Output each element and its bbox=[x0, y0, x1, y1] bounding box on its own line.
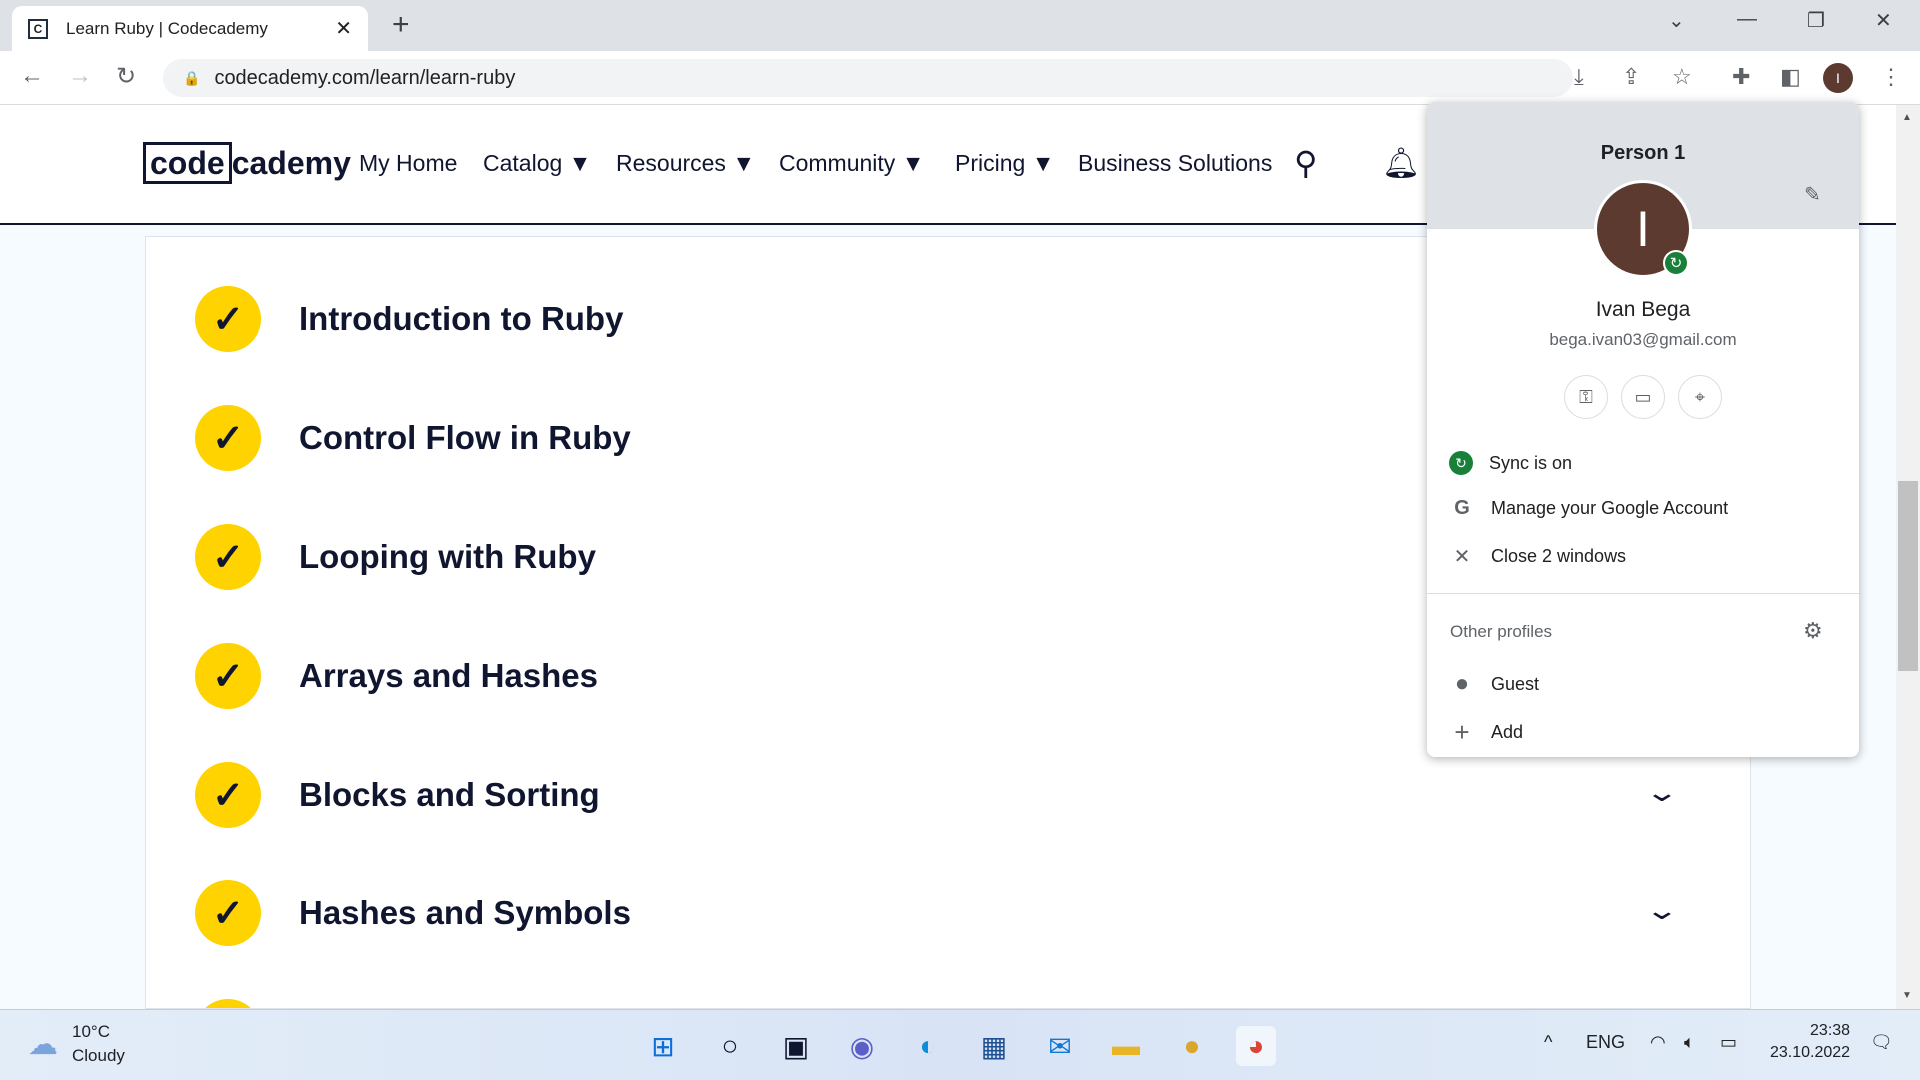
task-view-icon[interactable]: ▣ bbox=[776, 1026, 816, 1066]
module-item[interactable]: ✓ Looping with Ruby bbox=[195, 524, 596, 590]
module-item[interactable]: ✓ Control Flow in Ruby bbox=[195, 405, 631, 471]
search-taskbar-icon[interactable]: ○ bbox=[710, 1026, 750, 1066]
reload-button[interactable]: ↻ bbox=[116, 62, 136, 91]
payment-card-icon[interactable]: ▭ bbox=[1621, 375, 1665, 419]
time: 23:38 bbox=[1810, 1022, 1851, 1039]
check-icon: ✓ bbox=[195, 762, 261, 828]
weather-condition: Cloudy bbox=[72, 1046, 125, 1065]
guest-avatar-icon: ● bbox=[1454, 670, 1470, 697]
guest-profile-item[interactable]: ● Guest bbox=[1427, 664, 1859, 704]
scrollbar-thumb[interactable] bbox=[1898, 481, 1918, 671]
minimize-button[interactable]: — bbox=[1737, 8, 1757, 31]
add-profile-item[interactable]: + Add bbox=[1427, 712, 1859, 752]
profile-button[interactable]: I bbox=[1823, 63, 1853, 93]
tab-title: Learn Ruby | Codecademy bbox=[66, 18, 268, 38]
restore-button[interactable]: ❐ bbox=[1807, 8, 1825, 33]
menu-icon[interactable]: ⋮ bbox=[1880, 64, 1902, 90]
module-item[interactable]: ✓ Introduction to Ruby bbox=[195, 286, 623, 352]
google-g-icon: G bbox=[1454, 496, 1470, 519]
close-window-button[interactable]: ✕ bbox=[1875, 8, 1892, 33]
tab-learn-ruby[interactable]: C Learn Ruby | Codecademy ✕ bbox=[12, 6, 368, 51]
side-panel-icon[interactable]: ◧ bbox=[1780, 64, 1801, 90]
nav-business-solutions[interactable]: Business Solutions bbox=[1078, 150, 1272, 177]
check-icon: ✓ bbox=[195, 524, 261, 590]
install-icon[interactable]: ⤓ bbox=[1574, 64, 1584, 90]
volume-icon[interactable]: 🔈︎ bbox=[1684, 1032, 1695, 1053]
url-text: codecademy.com/learn/learn-ruby bbox=[214, 66, 516, 89]
plus-icon: + bbox=[1454, 716, 1470, 747]
sync-icon: ↻ bbox=[1449, 451, 1473, 475]
gear-icon[interactable]: ⚙ bbox=[1803, 618, 1823, 644]
user-name: Ivan Bega bbox=[1595, 298, 1691, 321]
module-item-partial[interactable] bbox=[195, 999, 261, 1008]
search-icon[interactable]: ⚲ bbox=[1294, 144, 1317, 182]
language-indicator[interactable]: ENG bbox=[1586, 1032, 1625, 1053]
show-hidden-icons[interactable]: ^ bbox=[1544, 1032, 1552, 1053]
tab-search-icon[interactable]: ⌄ bbox=[1668, 8, 1685, 33]
temperature: 10°C bbox=[72, 1022, 110, 1041]
check-icon: ✓ bbox=[195, 643, 261, 709]
file-explorer-icon[interactable]: ▬ bbox=[1106, 1026, 1146, 1066]
mail-icon[interactable]: ✉ bbox=[1040, 1026, 1080, 1066]
sync-item[interactable]: ↻ Sync is on bbox=[1427, 443, 1859, 483]
close-tab-icon[interactable]: ✕ bbox=[335, 16, 352, 41]
bookmark-star-icon[interactable]: ☆ bbox=[1672, 64, 1692, 90]
scroll-up-icon[interactable]: ▲ bbox=[1902, 112, 1912, 123]
weather-widget[interactable]: ☁ 10°C Cloudy bbox=[28, 1020, 125, 1068]
lock-icon: 🔒 bbox=[183, 69, 201, 86]
check-icon bbox=[195, 999, 261, 1008]
module-item[interactable]: ✓ Arrays and Hashes bbox=[195, 643, 598, 709]
new-tab-button[interactable]: + bbox=[392, 8, 410, 42]
check-icon: ✓ bbox=[195, 880, 261, 946]
taskbar bbox=[0, 1009, 1920, 1080]
other-profiles-label: Other profiles bbox=[1450, 622, 1553, 641]
wifi-icon[interactable]: ◠ bbox=[1650, 1032, 1666, 1053]
app-icon[interactable]: ● bbox=[1172, 1026, 1212, 1066]
battery-icon[interactable]: ▭ bbox=[1720, 1032, 1737, 1053]
check-icon: ✓ bbox=[195, 286, 261, 352]
module-item[interactable]: ✓ Hashes and Symbols bbox=[195, 880, 631, 946]
bell-icon[interactable]: 🔔︎ bbox=[1382, 146, 1420, 181]
chevron-down-icon[interactable]: ⌄ bbox=[1644, 777, 1679, 808]
codecademy-favicon-icon: C bbox=[28, 18, 48, 39]
cloud-icon: ☁ bbox=[28, 1027, 58, 1061]
address-bar[interactable]: 🔒 codecademy.com/learn/learn-ruby bbox=[163, 59, 1573, 97]
chevron-down-icon[interactable]: ⌄ bbox=[1644, 895, 1679, 926]
divider bbox=[1427, 593, 1859, 594]
forward-button[interactable]: → bbox=[68, 62, 92, 90]
edge-icon[interactable]: ◐ bbox=[908, 1026, 948, 1066]
teams-chat-icon[interactable]: ◉ bbox=[842, 1026, 882, 1066]
manage-account-item[interactable]: G Manage your Google Account bbox=[1427, 488, 1859, 528]
clock[interactable]: 23:38 23.10.2022 bbox=[1770, 1020, 1850, 1064]
date: 23.10.2022 bbox=[1770, 1044, 1851, 1061]
start-windows-icon[interactable]: ⊞ bbox=[643, 1026, 683, 1066]
close-windows-item[interactable]: ✕ Close 2 windows bbox=[1427, 536, 1859, 576]
module-item[interactable]: ✓ Blocks and Sorting bbox=[195, 762, 600, 828]
notifications-icon[interactable]: 🗨︎ bbox=[1870, 1032, 1893, 1053]
edit-pencil-icon[interactable]: ✎ bbox=[1804, 182, 1821, 207]
store-icon[interactable]: ▦ bbox=[974, 1026, 1014, 1066]
profile-menu: Person 1 ✎ I ↻ Ivan Bega bega.ivan03@gma… bbox=[1427, 102, 1859, 757]
nav-pricing[interactable]: Pricing ▼ bbox=[955, 150, 1054, 177]
nav-community[interactable]: Community ▼ bbox=[779, 150, 924, 177]
scroll-down-icon[interactable]: ▼ bbox=[1902, 990, 1912, 1001]
user-email: bega.ivan03@gmail.com bbox=[1549, 330, 1737, 349]
share-icon[interactable]: ⇪ bbox=[1622, 64, 1640, 90]
extensions-icon[interactable]: ✚ bbox=[1732, 64, 1750, 90]
chrome-icon[interactable]: ◕ bbox=[1236, 1026, 1276, 1066]
nav-catalog[interactable]: Catalog ▼ bbox=[483, 150, 591, 177]
check-icon: ✓ bbox=[195, 405, 261, 471]
sync-badge-icon: ↻ bbox=[1663, 250, 1689, 276]
nav-resources[interactable]: Resources ▼ bbox=[616, 150, 755, 177]
passwords-key-icon[interactable]: ⚿ bbox=[1564, 375, 1608, 419]
codecademy-logo[interactable]: code cademy bbox=[143, 142, 351, 184]
profile-name: Person 1 bbox=[1600, 142, 1686, 164]
close-icon: ✕ bbox=[1453, 545, 1471, 568]
addresses-pin-icon[interactable]: ⌖ bbox=[1678, 375, 1722, 419]
nav-my-home[interactable]: My Home bbox=[359, 150, 457, 177]
back-button[interactable]: ← bbox=[20, 62, 44, 90]
